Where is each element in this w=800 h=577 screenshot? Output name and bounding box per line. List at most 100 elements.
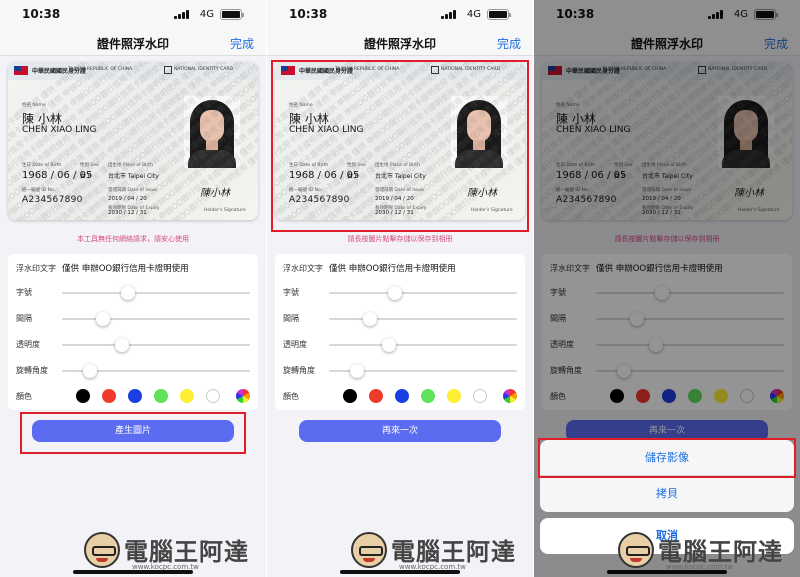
nav-bar: 證件照浮水印 完成 — [267, 30, 533, 56]
color-swatch[interactable] — [343, 389, 357, 403]
opacity-slider-thumb[interactable] — [382, 338, 397, 352]
card-place: 台北市 Taipei City — [108, 173, 159, 180]
brand-url: www.kocpc.com.tw — [666, 563, 733, 571]
spacing-slider[interactable] — [62, 312, 250, 326]
network-type: 4G — [199, 9, 214, 20]
spacing-slider-thumb[interactable] — [96, 312, 111, 326]
color-swatches — [341, 389, 517, 405]
spacing-slider[interactable] — [329, 312, 517, 326]
issue-label: 發證日期 Date of Issue — [108, 188, 158, 193]
spacing-slider-thumb[interactable] — [363, 312, 378, 326]
color-swatch[interactable] — [180, 389, 194, 403]
card-header-en: TAIWAN REPUBLIC OF CHINA — [68, 67, 133, 72]
rotation-slider-thumb[interactable] — [83, 364, 98, 378]
portrait-photo — [184, 96, 240, 168]
site-logo: 電腦王阿達 www.kocpc.com.tw — [618, 532, 796, 572]
color-swatch[interactable] — [206, 389, 220, 403]
card-name-en: CHEN XIAO LING — [22, 125, 97, 135]
card-header-en2: NATIONAL IDENTITY CARD — [174, 67, 233, 72]
font-size-label: 字號 — [283, 288, 299, 297]
screen-result: 10:38 4G 證件照浮水印 完成 中華民國國民身分證 TAIWAN REPU… — [267, 0, 533, 577]
mascot-icon — [351, 532, 387, 568]
color-swatch[interactable] — [154, 389, 168, 403]
site-logo: 電腦王阿達 www.kocpc.com.tw — [84, 532, 262, 572]
id-card-preview[interactable]: 中華民國國民身分證 TAIWAN REPUBLIC OF CHINA NATIO… — [8, 62, 258, 220]
rotation-slider[interactable] — [329, 364, 517, 378]
font-size-slider-thumb[interactable] — [120, 286, 135, 300]
status-time: 10:38 — [22, 7, 61, 21]
status-bar: 10:38 4G — [0, 0, 266, 30]
site-logo: 電腦王阿達 www.kocpc.com.tw — [351, 532, 529, 572]
spacing-label: 間隔 — [16, 314, 32, 323]
color-swatch[interactable] — [421, 389, 435, 403]
network-type: 4G — [466, 9, 481, 20]
color-swatch[interactable] — [76, 389, 90, 403]
spacing-label: 間隔 — [283, 314, 299, 323]
copy-option[interactable]: 拷貝 — [540, 476, 794, 512]
card-id-number: A234567890 — [22, 195, 83, 205]
mascot-icon — [84, 532, 120, 568]
color-swatch[interactable] — [473, 389, 487, 403]
color-swatch[interactable] — [447, 389, 461, 403]
opacity-slider[interactable] — [62, 338, 250, 352]
page-title: 證件照浮水印 — [96, 37, 169, 51]
highlight-generate-button — [20, 412, 246, 454]
rotation-label: 旋轉角度 — [16, 366, 48, 375]
font-size-slider[interactable] — [329, 286, 517, 300]
highlight-card-image — [271, 60, 529, 232]
rotation-row: 旋轉角度 — [283, 362, 517, 380]
font-size-slider[interactable] — [62, 286, 250, 300]
screen-generate: 10:38 4G 證件照浮水印 完成 中華民國國民身分證 TAIWAN REPU… — [0, 0, 266, 577]
done-button[interactable]: 完成 — [230, 35, 254, 52]
font-size-row: 字號 — [283, 284, 517, 302]
custom-color-wheel-icon[interactable] — [503, 389, 517, 403]
mascot-icon — [618, 532, 654, 568]
hint-text: 請長按圖片點擊存儲以保存到相冊 — [347, 235, 453, 243]
name-label: 姓名 Name — [22, 103, 46, 108]
opacity-slider[interactable] — [329, 338, 517, 352]
color-swatches — [74, 389, 250, 405]
watermark-text-input[interactable]: 僅供 申辦OO銀行信用卡證明使用 — [62, 262, 189, 274]
color-swatch[interactable] — [102, 389, 116, 403]
color-swatch[interactable] — [128, 389, 142, 403]
signal-icon — [174, 10, 190, 19]
opacity-label: 透明度 — [16, 340, 40, 349]
color-swatch[interactable] — [395, 389, 409, 403]
try-again-button[interactable]: 再來一次 — [299, 420, 501, 442]
rotation-slider[interactable] — [62, 364, 250, 378]
watermark-text-row: 浮水印文字 僅供 申辦OO銀行信用卡證明使用 — [16, 260, 250, 278]
rotation-slider-thumb[interactable] — [350, 364, 365, 378]
card-issue-date: 2019 / 04 / 20 — [108, 196, 147, 202]
card-expiry-date: 2030 / 12 / 31 — [108, 210, 147, 216]
settings-panel: 浮水印文字 僅供 申辦OO銀行信用卡證明使用 字號 間隔 透明度 旋轉角度 顏色 — [275, 254, 525, 410]
screen-save-sheet: 10:38 4G 證件照浮水印 完成 中華民國國民身分證 TAIWAN REPU… — [534, 0, 800, 577]
opacity-label: 透明度 — [283, 340, 307, 349]
color-row: 顏色 — [283, 388, 517, 406]
battery-icon — [487, 9, 511, 20]
custom-color-wheel-icon[interactable] — [236, 389, 250, 403]
brand-name: 電腦王阿達 — [124, 538, 249, 566]
place-label: 出生地 Place of Birth — [108, 163, 153, 168]
opacity-slider-thumb[interactable] — [115, 338, 130, 352]
card-sex: 女 F — [80, 173, 92, 180]
spacing-row: 間隔 — [16, 310, 250, 328]
color-swatch[interactable] — [369, 389, 383, 403]
color-label: 顏色 — [16, 392, 32, 401]
brand-name: 電腦王阿達 — [391, 538, 516, 566]
opacity-row: 透明度 — [283, 336, 517, 354]
id-label: 統一編號 ID No. — [22, 188, 56, 193]
spacing-row: 間隔 — [283, 310, 517, 328]
battery-icon — [220, 9, 244, 20]
watermark-text-input[interactable]: 僅供 申辦OO銀行信用卡證明使用 — [329, 262, 456, 274]
watermark-text-label: 浮水印文字 — [16, 264, 56, 273]
page-title: 證件照浮水印 — [363, 37, 436, 51]
home-indicator — [73, 570, 193, 574]
color-label: 顏色 — [283, 392, 299, 401]
holder-signature: 陳小林 — [200, 188, 230, 199]
watermark-text-row: 浮水印文字 僅供 申辦OO銀行信用卡證明使用 — [283, 260, 517, 278]
rotation-label: 旋轉角度 — [283, 366, 315, 375]
done-button[interactable]: 完成 — [497, 35, 521, 52]
font-size-slider-thumb[interactable] — [387, 286, 402, 300]
nav-bar: 證件照浮水印 完成 — [0, 30, 266, 56]
card-header: 中華民國國民身分證 TAIWAN REPUBLIC OF CHINA NATIO… — [8, 62, 258, 80]
